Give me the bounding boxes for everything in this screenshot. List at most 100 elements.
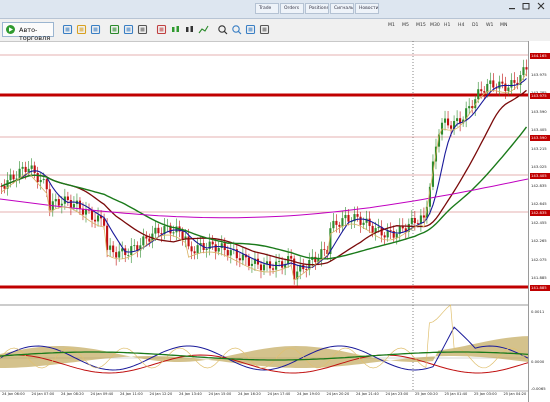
time-tick-label: 24 Jan 17:40 [267,392,291,396]
candle-body [12,174,15,180]
candle-body [371,225,374,233]
main-toolbar: Авто-торговля [0,19,550,42]
candle-body [21,166,24,169]
terminal-button[interactable] [121,22,134,37]
candle-body [115,252,118,258]
price-tick-label: 143.405 [531,127,547,132]
timeframe-m30[interactable]: M30 [430,23,440,28]
zoom-in-button[interactable] [215,22,228,37]
timeframe-m1[interactable]: M1 [388,23,395,28]
candle-body [483,91,486,93]
candle-body [356,214,359,217]
candle-body [395,233,398,238]
profiles-button[interactable] [74,22,87,37]
candle-body [42,179,45,181]
window-tab-2[interactable]: Positions [305,3,329,14]
candle-body [362,222,365,225]
candle-body [241,254,244,261]
price-tick-label: 141.885 [531,275,547,280]
candle-body [341,218,344,227]
candle-body [443,118,447,123]
candle-body [69,200,72,208]
ma-fast-line [1,78,527,268]
candle-body [250,263,253,266]
window-tab-0[interactable]: Trade [255,3,279,14]
candle-body [93,219,97,222]
candle-body [3,186,6,189]
candle-body [347,214,350,222]
timeframe-m15[interactable]: M15 [416,23,426,28]
candle-body [172,232,175,234]
window-title-bar: Trade Orders Positions Сигналы Новости [0,0,550,19]
candle-body [148,238,151,242]
candle-body [18,168,21,179]
candle-body [229,250,232,256]
candle-body [305,269,308,270]
time-tick-label: 24 Jan 12:20 [149,392,173,396]
candle-body [133,245,136,247]
time-tick-label: 25 Jan 00:20 [415,392,438,396]
tester-button[interactable] [135,22,148,37]
terminal-icon [123,24,134,35]
key-level-line [0,285,528,289]
market-watch-icon [90,24,101,35]
candle-body [72,204,75,208]
algo-trading-label: Авто-торговля [19,26,51,42]
price-level-tag: 144.165 [530,53,550,59]
time-tick-label: 25 Jan 04:20 [503,392,527,396]
candle-body [456,118,459,122]
candle-body [368,218,371,226]
tile-button[interactable] [243,22,256,37]
window-tab-4[interactable]: Новости [355,3,379,14]
candle-body [54,199,57,202]
candle-body [335,220,338,225]
timeframe-h4[interactable]: H4 [458,23,464,28]
bar-chart-button[interactable] [168,22,181,37]
autoscroll-button[interactable] [257,22,270,37]
minimize-icon[interactable] [506,1,518,12]
candle-body [97,215,100,222]
line-chart-icon [198,25,209,34]
time-tick-label: 24 Jan 16:20 [238,392,261,396]
candle-body [27,168,30,173]
price-level-tag: 143.590 [530,135,550,141]
timeframe-m5[interactable]: M5 [402,23,409,28]
window-tab-3[interactable]: Сигналы [330,3,354,14]
candle-chart-button[interactable] [182,22,195,37]
window-tab-1[interactable]: Orders [280,3,304,14]
price-axis[interactable]: 144.165143.975143.785143.590143.405143.2… [528,41,550,402]
price-chart[interactable] [0,41,528,402]
key-level-line [0,93,528,97]
price-tick-label: 142.835 [531,182,547,188]
candle-body [112,245,115,253]
timeframe-d1[interactable]: D1 [472,23,478,28]
tile-icon [245,24,256,35]
market-watch-button[interactable] [88,22,101,37]
candle-body [344,214,347,219]
indicator-tick-label: -0.0065 [531,386,546,391]
algo-trading-button[interactable]: Авто-торговля [2,22,54,42]
close-icon[interactable] [535,1,547,12]
envelope-line [1,72,527,282]
line-chart-button[interactable] [196,22,209,37]
candle-body [211,241,214,245]
candle-body [24,166,27,173]
timeframe-mn[interactable]: MN [500,23,507,28]
maximize-icon[interactable] [520,1,532,12]
candle-body [90,210,94,220]
candle-body [9,174,12,181]
candle-body [450,125,453,129]
candle-body [30,165,33,169]
open-button[interactable] [60,22,73,37]
price-level-tag: 141.885 [530,285,550,291]
algo-trading-button[interactable] [154,22,167,37]
price-tick-label: 142.455 [531,219,547,225]
timeframe-w1[interactable]: W1 [486,23,493,28]
zoom-out-button[interactable] [229,22,242,37]
price-tick-label: 143.215 [531,145,547,151]
candle-body [247,257,250,266]
timeframe-h1[interactable]: H1 [444,23,450,28]
candle-body [39,180,42,183]
navigator-button[interactable] [107,22,120,37]
time-tick-label: 24 Jan 21:40 [356,392,379,396]
